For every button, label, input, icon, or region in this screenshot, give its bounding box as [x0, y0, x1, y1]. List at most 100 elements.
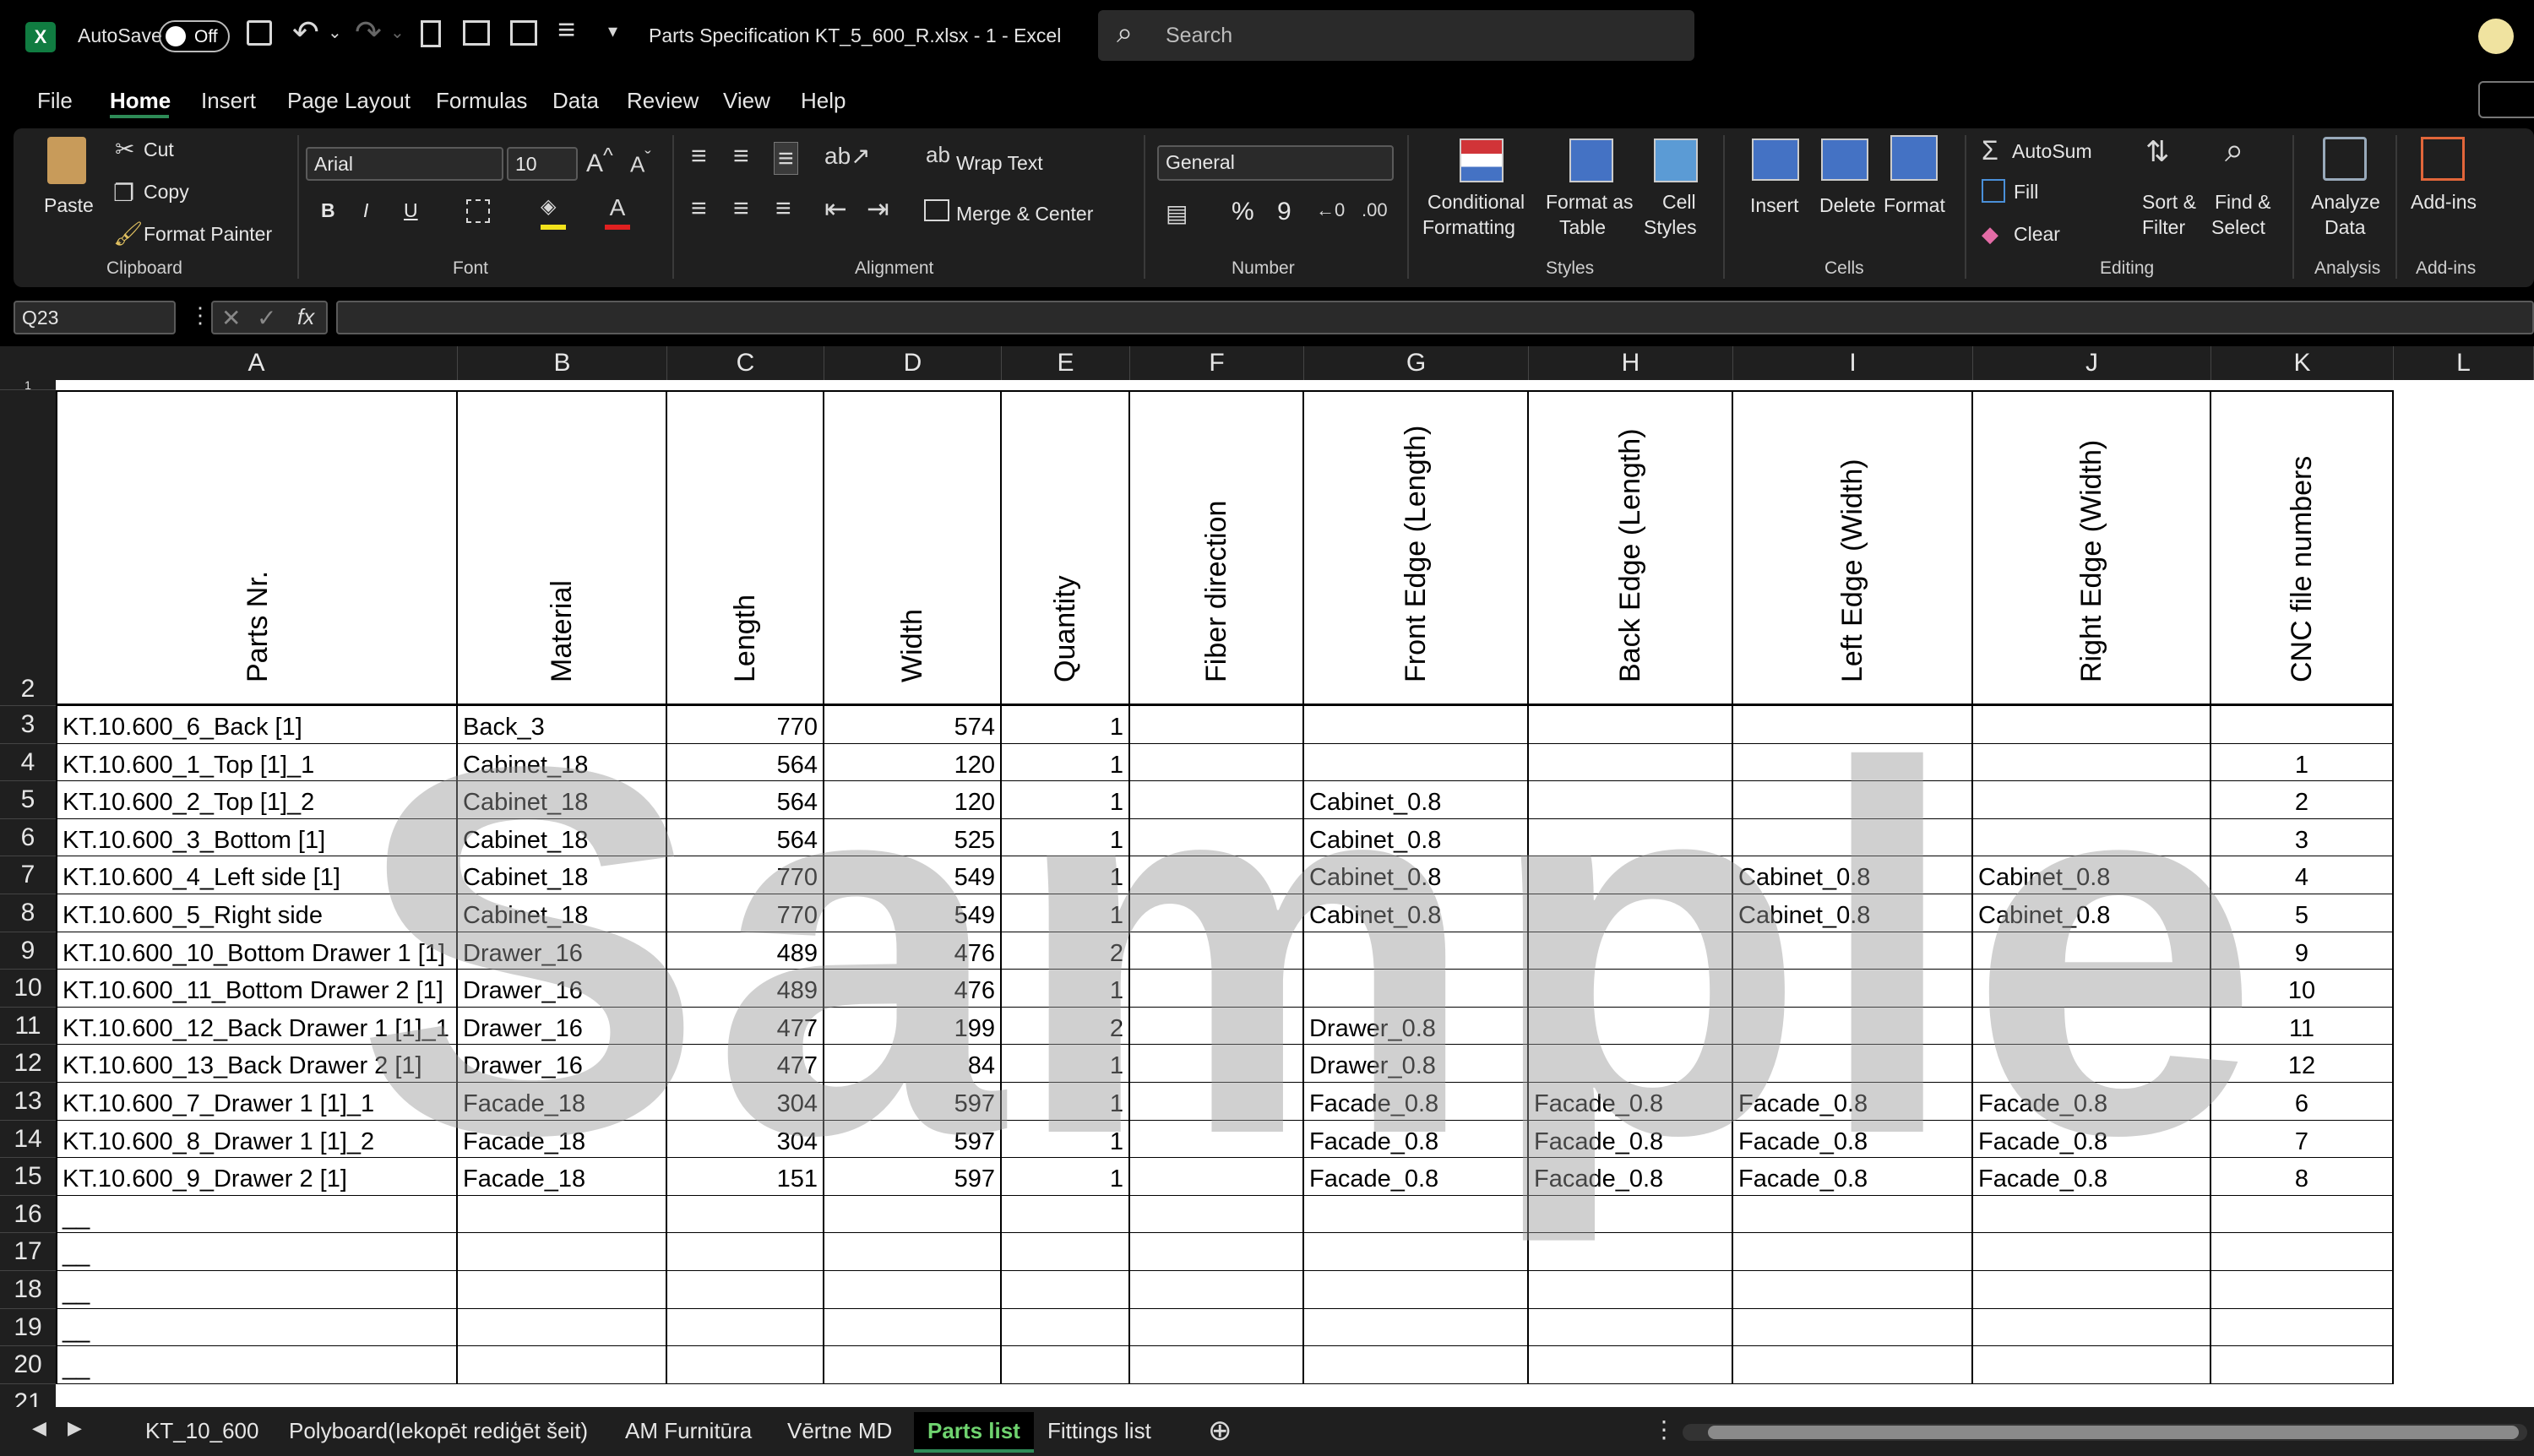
- paste-button[interactable]: Paste: [44, 194, 94, 217]
- table-cell[interactable]: [1002, 1233, 1130, 1271]
- row-header[interactable]: 7: [0, 856, 56, 894]
- table-cell[interactable]: [1130, 1195, 1304, 1234]
- column-header[interactable]: F: [1130, 346, 1304, 380]
- search-box[interactable]: ⌕ Search: [1098, 10, 1694, 61]
- comments-button[interactable]: [2478, 81, 2534, 118]
- table-cell[interactable]: [1130, 894, 1304, 932]
- number-format-select[interactable]: General: [1157, 145, 1394, 181]
- table-cell[interactable]: 525: [824, 818, 1002, 857]
- row-header[interactable]: 21: [0, 1383, 56, 1407]
- table-cell[interactable]: [1973, 1233, 2211, 1271]
- delete-button[interactable]: Delete: [1819, 194, 1875, 217]
- table-cell[interactable]: Drawer_0.8: [1304, 1007, 1529, 1046]
- table-cell[interactable]: KT.10.600_10_Bottom Drawer 1 [1]: [56, 932, 458, 970]
- table-cell[interactable]: 2: [1002, 932, 1130, 970]
- column-header[interactable]: E: [1002, 346, 1130, 380]
- format-painter-button[interactable]: Format Painter: [144, 223, 272, 246]
- table-cell[interactable]: 574: [824, 706, 1002, 744]
- table-cell[interactable]: [1130, 1007, 1304, 1046]
- table-cell[interactable]: [1529, 1308, 1733, 1347]
- table-cell[interactable]: [1130, 970, 1304, 1008]
- tab-data[interactable]: Data: [552, 88, 599, 114]
- table-cell[interactable]: 476: [824, 932, 1002, 970]
- table-cell[interactable]: 120: [824, 781, 1002, 819]
- align-right-icon[interactable]: ≡: [775, 193, 791, 224]
- table-cell[interactable]: Cabinet_0.8: [1733, 894, 1973, 932]
- header-cell[interactable]: Width: [824, 390, 1002, 706]
- table-cell[interactable]: Cabinet_0.8: [1304, 856, 1529, 894]
- table-cell[interactable]: [824, 1271, 1002, 1309]
- column-header[interactable]: J: [1973, 346, 2211, 380]
- table-cell[interactable]: 304: [667, 1083, 824, 1121]
- table-cell[interactable]: 84: [824, 1045, 1002, 1083]
- table-cell[interactable]: Cabinet_18: [458, 818, 667, 857]
- table-cell[interactable]: Facade_18: [458, 1120, 667, 1159]
- table-cell[interactable]: KT.10.600_11_Bottom Drawer 2 [1]: [56, 970, 458, 1008]
- table-cell[interactable]: [2211, 1308, 2394, 1347]
- comma-style-button[interactable]: 9: [1277, 198, 1291, 226]
- table-cell[interactable]: [1130, 1308, 1304, 1347]
- table-cell[interactable]: [1529, 818, 1733, 857]
- table-cell[interactable]: [1973, 1195, 2211, 1234]
- table-cell[interactable]: 11: [2211, 1007, 2394, 1046]
- table-cell[interactable]: 477: [667, 1007, 824, 1046]
- table-cell[interactable]: 7: [2211, 1120, 2394, 1159]
- row-header[interactable]: 20: [0, 1346, 56, 1384]
- font-size-select[interactable]: 10: [507, 147, 578, 181]
- table-cell[interactable]: [1130, 1233, 1304, 1271]
- tab-review[interactable]: Review: [627, 88, 699, 114]
- table-cell[interactable]: [1529, 706, 1733, 744]
- table-cell[interactable]: [824, 1195, 1002, 1234]
- table-cell[interactable]: 477: [667, 1045, 824, 1083]
- tab-insert[interactable]: Insert: [201, 88, 256, 114]
- table-cell[interactable]: 199: [824, 1007, 1002, 1046]
- table-cell[interactable]: Drawer_16: [458, 1007, 667, 1046]
- table-cell[interactable]: 120: [824, 743, 1002, 782]
- table-cell[interactable]: [824, 1233, 1002, 1271]
- table-cell[interactable]: [1130, 932, 1304, 970]
- find-select-button-line2[interactable]: Select: [2211, 216, 2265, 239]
- column-header[interactable]: I: [1733, 346, 1973, 380]
- header-cell[interactable]: Material: [458, 390, 667, 706]
- sheet-tab-kt-10-600[interactable]: KT_10_600: [132, 1412, 272, 1449]
- fill-color-icon[interactable]: ◈: [541, 194, 566, 230]
- table-cell[interactable]: [1130, 1346, 1304, 1384]
- table-cell[interactable]: Cabinet_0.8: [1304, 781, 1529, 819]
- increase-decimal-icon[interactable]: ←0: [1316, 199, 1345, 221]
- table-cell[interactable]: [1304, 1271, 1529, 1309]
- table-cell[interactable]: [458, 1271, 667, 1309]
- formula-input[interactable]: [336, 301, 2534, 334]
- clear-button[interactable]: Clear: [2014, 223, 2060, 246]
- table-cell[interactable]: 1: [1002, 818, 1130, 857]
- align-middle-icon[interactable]: ≡: [733, 140, 749, 171]
- row-header[interactable]: 10: [0, 970, 56, 1008]
- header-cell[interactable]: Left Edge (Width): [1733, 390, 1973, 706]
- table-cell[interactable]: [1529, 1195, 1733, 1234]
- table-cell[interactable]: [1529, 1007, 1733, 1046]
- table-cell[interactable]: 549: [824, 856, 1002, 894]
- table-cell[interactable]: [1130, 818, 1304, 857]
- table-cell[interactable]: Facade_0.8: [1973, 1158, 2211, 1196]
- table-cell[interactable]: Cabinet_18: [458, 743, 667, 782]
- row-header[interactable]: 1: [0, 379, 56, 391]
- table-cell[interactable]: Facade_0.8: [1304, 1120, 1529, 1159]
- table-cell[interactable]: [1130, 1271, 1304, 1309]
- row-header[interactable]: 13: [0, 1083, 56, 1121]
- table-cell[interactable]: [667, 1233, 824, 1271]
- paste-icon[interactable]: [47, 137, 86, 184]
- table-cell[interactable]: [1529, 781, 1733, 819]
- tab-help[interactable]: Help: [801, 88, 846, 114]
- conditional-formatting-button-line2[interactable]: Formatting: [1422, 216, 1515, 239]
- table-cell[interactable]: [1973, 1308, 2211, 1347]
- table-cell[interactable]: __: [56, 1346, 458, 1384]
- header-cell[interactable]: Parts Nr.: [56, 390, 458, 706]
- find-select-button[interactable]: Find &: [2215, 191, 2270, 214]
- table-cell[interactable]: [1002, 1346, 1130, 1384]
- table-cell[interactable]: [1973, 970, 2211, 1008]
- table-cell[interactable]: Cabinet_0.8: [1733, 856, 1973, 894]
- table-cell[interactable]: [1529, 894, 1733, 932]
- table-cell[interactable]: [458, 1195, 667, 1234]
- decrease-font-icon[interactable]: Aˇ: [630, 147, 651, 178]
- table-cell[interactable]: KT.10.600_2_Top [1]_2: [56, 781, 458, 819]
- table-cell[interactable]: 770: [667, 706, 824, 744]
